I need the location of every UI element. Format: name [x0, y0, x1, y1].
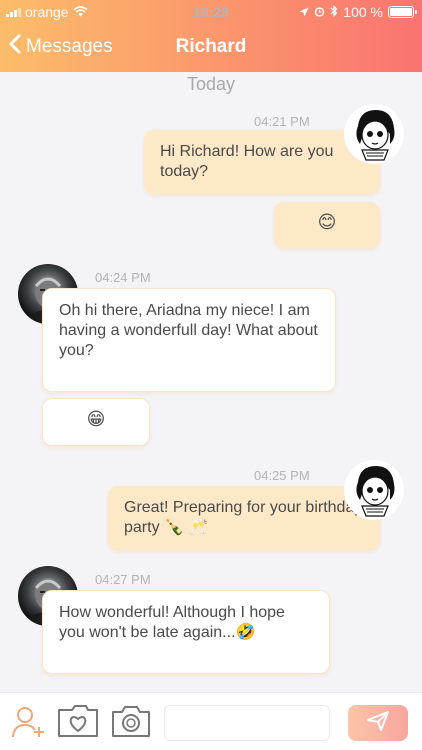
back-button[interactable]: Messages [8, 34, 113, 60]
header: orange 16:28 100 % Messages Richard [0, 0, 422, 72]
outgoing-message[interactable]: 😊 [274, 202, 380, 248]
message-input[interactable] [164, 705, 330, 741]
my-avatar [344, 460, 404, 520]
composer-bar [0, 692, 422, 750]
outgoing-message[interactable]: Great! Preparing for your birthday party… [108, 486, 380, 550]
bluetooth-icon [330, 4, 338, 20]
message-time: 04:27 PM [95, 572, 151, 587]
message-time: 04:25 PM [254, 468, 310, 483]
incoming-message[interactable]: How wonderful! Although I hope you won't… [42, 590, 330, 674]
location-icon [299, 4, 309, 20]
battery-icon [388, 6, 417, 18]
camera-icon[interactable] [110, 703, 152, 744]
back-label: Messages [26, 36, 113, 57]
alarm-icon [314, 4, 325, 20]
incoming-message[interactable]: 😁 [42, 398, 150, 446]
my-avatar [344, 104, 404, 164]
favorites-folder-icon[interactable] [56, 703, 100, 744]
battery-label: 100 % [343, 4, 383, 20]
chat-area[interactable]: Today 04:21 PM Hi Richard! How are you t… [0, 72, 422, 692]
send-button[interactable] [348, 705, 408, 741]
message-time: 04:21 PM [254, 114, 310, 129]
message-time: 04:24 PM [95, 270, 151, 285]
add-contact-icon[interactable] [10, 705, 46, 744]
status-bar: orange 16:28 100 % [0, 0, 422, 24]
day-label: Today [186, 74, 236, 94]
incoming-message[interactable]: Oh hi there, Ariadna my niece! I am havi… [42, 288, 336, 392]
send-icon [367, 710, 389, 736]
chevron-left-icon [8, 34, 22, 60]
